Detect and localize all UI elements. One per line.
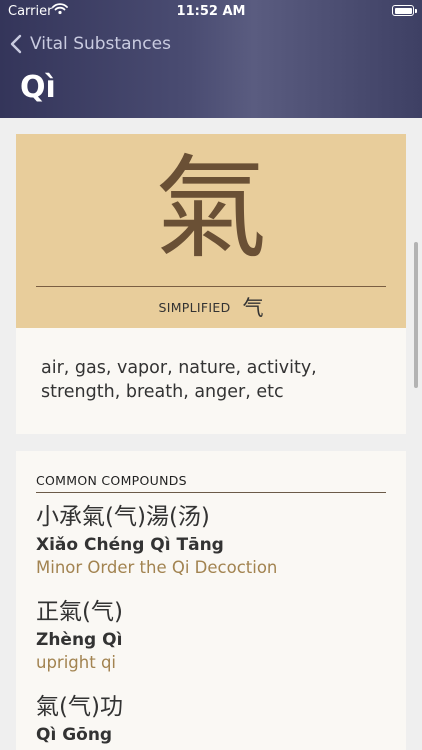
compounds-header: COMMON COMPOUNDS — [36, 473, 187, 488]
scroll-content[interactable]: 氣 SIMPLIFIED 气 air, gas, vapor, nature, … — [0, 118, 422, 750]
character-card: 氣 SIMPLIFIED 气 — [16, 134, 406, 328]
compound-hanzi: 小承氣(气)湯(汤) — [36, 504, 210, 530]
compound-hanzi: 正氣(气) — [36, 599, 123, 625]
definition-card: air, gas, vapor, nature, activity, stren… — [16, 328, 406, 434]
chevron-left-icon — [10, 34, 22, 54]
simplified-character: 气 — [242, 296, 264, 320]
compound-pinyin: Qì Gōng — [36, 725, 113, 745]
compound-pinyin: Zhèng Qì — [36, 630, 123, 650]
traditional-character: 氣 — [155, 144, 267, 274]
status-bar: Carrier 11:52 AM — [0, 0, 422, 22]
compound-english: upright qi — [36, 653, 117, 672]
back-button-label: Vital Substances — [30, 34, 171, 54]
battery-icon — [392, 5, 417, 16]
simplified-row: SIMPLIFIED 气 — [16, 294, 406, 320]
navigation-bar: Carrier 11:52 AM Vital Substances Qì — [0, 0, 422, 118]
clock: 11:52 AM — [176, 4, 246, 19]
compound-pinyin: Xiǎo Chéng Qì Tāng — [36, 535, 224, 555]
scroll-indicator[interactable] — [414, 242, 418, 388]
compound-item[interactable]: 氣(气)功 Qì Gōng — [36, 692, 386, 746]
compound-hanzi: 氣(气)功 — [36, 694, 123, 720]
simplified-label: SIMPLIFIED — [158, 299, 231, 315]
compound-item[interactable]: 小承氣(气)湯(汤) Xiǎo Chéng Qì Tāng Minor Orde… — [36, 502, 386, 579]
back-button[interactable]: Vital Substances — [10, 31, 171, 57]
page-title: Qì — [20, 70, 56, 105]
compound-english: Minor Order the Qi Decoction — [36, 558, 278, 577]
definition-text: air, gas, vapor, nature, activity, stren… — [41, 358, 317, 402]
compound-item[interactable]: 正氣(气) Zhèng Qì upright qi — [36, 597, 386, 674]
compounds-card: COMMON COMPOUNDS 小承氣(气)湯(汤) Xiǎo Chéng Q… — [16, 451, 406, 750]
character-divider — [36, 286, 386, 287]
compounds-divider — [36, 492, 386, 493]
